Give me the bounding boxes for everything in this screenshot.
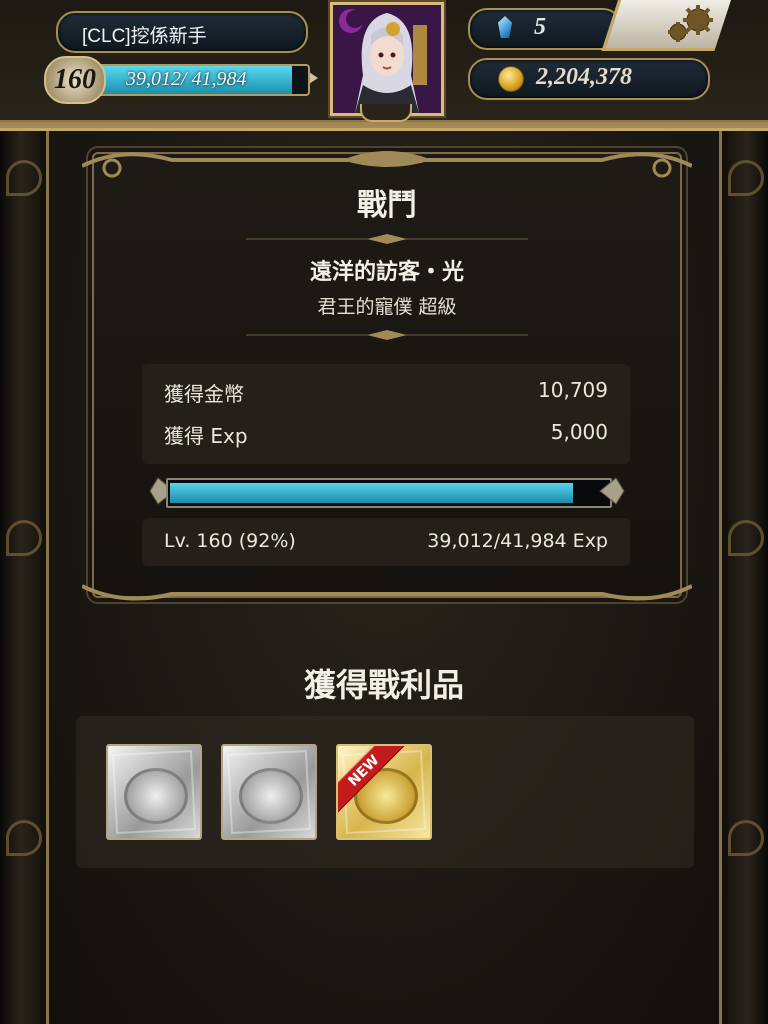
player-name-plate[interactable]: [CLC]挖係新手 <box>56 11 308 53</box>
player-exp-text: 39,012/ 41,984 <box>126 68 247 90</box>
bar-cap-right-icon <box>599 477 625 505</box>
panel-title: 戰鬥 <box>357 188 417 223</box>
quest-name: 遠洋的訪客・光 <box>309 260 464 285</box>
coin-count: 2,204,378 <box>536 64 632 90</box>
loot-item[interactable] <box>221 744 317 840</box>
right-ornament-border <box>719 0 768 1024</box>
player-exp-bar: 39,012/ 41,984 <box>84 64 310 96</box>
left-ornament-border <box>0 0 49 1024</box>
player-name: [CLC]挖係新手 <box>82 26 207 47</box>
reward-label: 獲得 Exp <box>164 424 248 448</box>
gem-counter[interactable]: 5 <box>468 8 622 50</box>
divider-ornament-icon <box>246 234 528 244</box>
reward-row-coins: 獲得金幣 10,709 <box>164 378 608 408</box>
ornament-curl-icon <box>6 520 42 556</box>
ornament-curl-icon <box>6 160 42 196</box>
silver-coin-card-icon <box>239 768 303 824</box>
level-exp-fill <box>170 483 573 503</box>
battle-result-panel: 戰鬥 遠洋的訪客・光 君王的寵僕 超級 獲得金幣 10,709 獲得 Exp 5… <box>82 151 692 601</box>
ornament-curl-icon <box>728 520 764 556</box>
reward-value: 5,000 <box>550 420 608 444</box>
panel-ornament-icon <box>82 151 692 178</box>
character-portrait-icon <box>333 5 441 113</box>
gem-count: 5 <box>534 14 546 40</box>
reward-row-exp: 獲得 Exp 5,000 <box>164 420 608 450</box>
loot-item[interactable]: NEW <box>336 744 432 840</box>
coin-icon <box>498 66 524 92</box>
level-exp-bar <box>166 478 612 508</box>
ornament-curl-icon <box>728 820 764 856</box>
silver-coin-card-icon <box>124 768 188 824</box>
level-summary: Lv. 160 (92%) 39,012/41,984 Exp <box>142 518 630 566</box>
ornament-curl-icon <box>6 820 42 856</box>
reward-label: 獲得金幣 <box>164 382 244 406</box>
reward-summary: 獲得金幣 10,709 獲得 Exp 5,000 <box>142 364 630 464</box>
top-hud: [CLC]挖係新手 160 39,012/ 41,984 5 2,204,378 <box>0 0 768 131</box>
loot-item[interactable] <box>106 744 202 840</box>
loot-list: NEW <box>76 716 694 868</box>
reward-value: 10,709 <box>538 378 608 402</box>
coin-counter[interactable]: 2,204,378 <box>468 58 710 100</box>
level-text: Lv. 160 (92%) <box>164 530 296 552</box>
gear-icon[interactable] <box>662 4 718 44</box>
avatar-ornament <box>360 104 412 122</box>
quest-difficulty: 君王的寵僕 超級 <box>317 296 457 318</box>
loot-title: 獲得戰利品 <box>303 666 464 704</box>
ornament-curl-icon <box>728 160 764 196</box>
player-level: 160 <box>54 64 96 95</box>
gem-icon <box>498 16 512 38</box>
exp-detail: 39,012/41,984 Exp <box>427 530 608 552</box>
player-avatar[interactable] <box>330 2 444 116</box>
divider-ornament-icon <box>246 330 528 340</box>
player-level-badge: 160 <box>44 56 106 104</box>
